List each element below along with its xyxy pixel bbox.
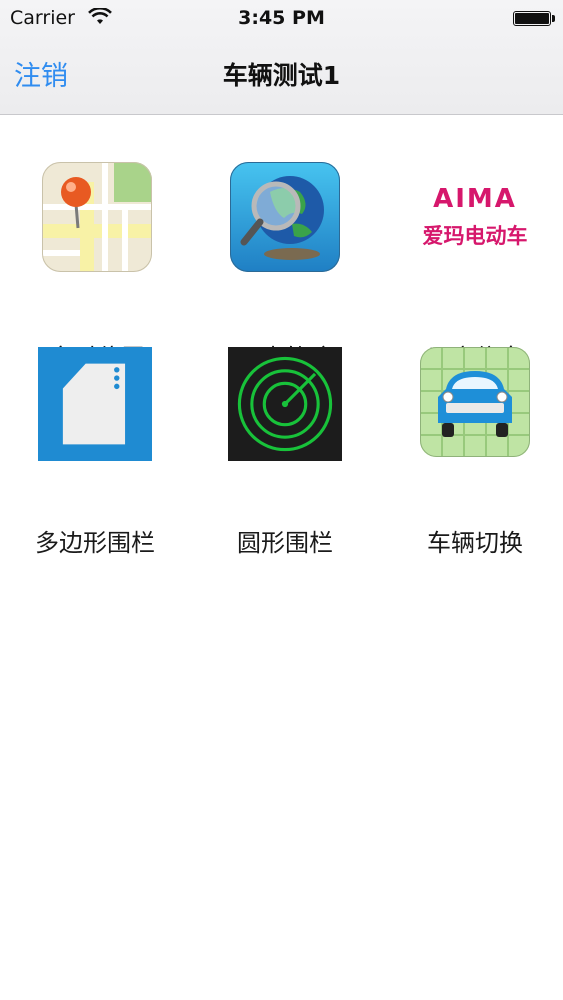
battery-icon xyxy=(513,11,551,26)
logo-brand-cn: 爱玛电动车 xyxy=(422,224,528,248)
menu-item-switch-vehicle[interactable]: 车辆切换 xyxy=(380,347,560,557)
menu-item-realtime-location[interactable]: 实时位置 xyxy=(2,162,182,372)
page-title: 车辆测试1 xyxy=(222,61,341,90)
menu-item-label: 车辆切换 xyxy=(427,529,523,557)
menu-item-user-info[interactable]: AIMA 爱玛电动车 用户信息 xyxy=(380,162,560,372)
globe-magnifier-icon xyxy=(230,162,340,272)
logo-brand-text: AIMA xyxy=(433,184,517,214)
status-bar: Carrier 3:45 PM xyxy=(0,0,563,38)
menu-item-label: 圆形围栏 xyxy=(237,529,333,557)
polygon-fence-icon xyxy=(38,347,152,461)
header: Carrier 3:45 PM 注销 车辆测试1 xyxy=(0,0,563,115)
menu-item-circle-fence[interactable]: 圆形围栏 xyxy=(190,347,370,557)
battery-tip xyxy=(552,15,555,22)
radar-circle-icon xyxy=(228,347,342,461)
clock: 3:45 PM xyxy=(238,7,325,29)
aima-logo-icon: AIMA 爱玛电动车 xyxy=(420,162,530,272)
menu-item-label: 多边形围栏 xyxy=(35,529,155,557)
menu-item-polygon-fence[interactable]: 多边形围栏 xyxy=(0,347,180,557)
app-screen: Carrier 3:45 PM 注销 车辆测试1 AIMA 爱玛电动车 多边形围… xyxy=(0,0,563,1000)
menu-item-history-track[interactable]: 历史轨迹 xyxy=(190,162,370,372)
nav-bar: 注销 车辆测试1 xyxy=(0,40,563,112)
car-icon xyxy=(420,347,530,457)
map-pin-icon xyxy=(42,162,152,272)
